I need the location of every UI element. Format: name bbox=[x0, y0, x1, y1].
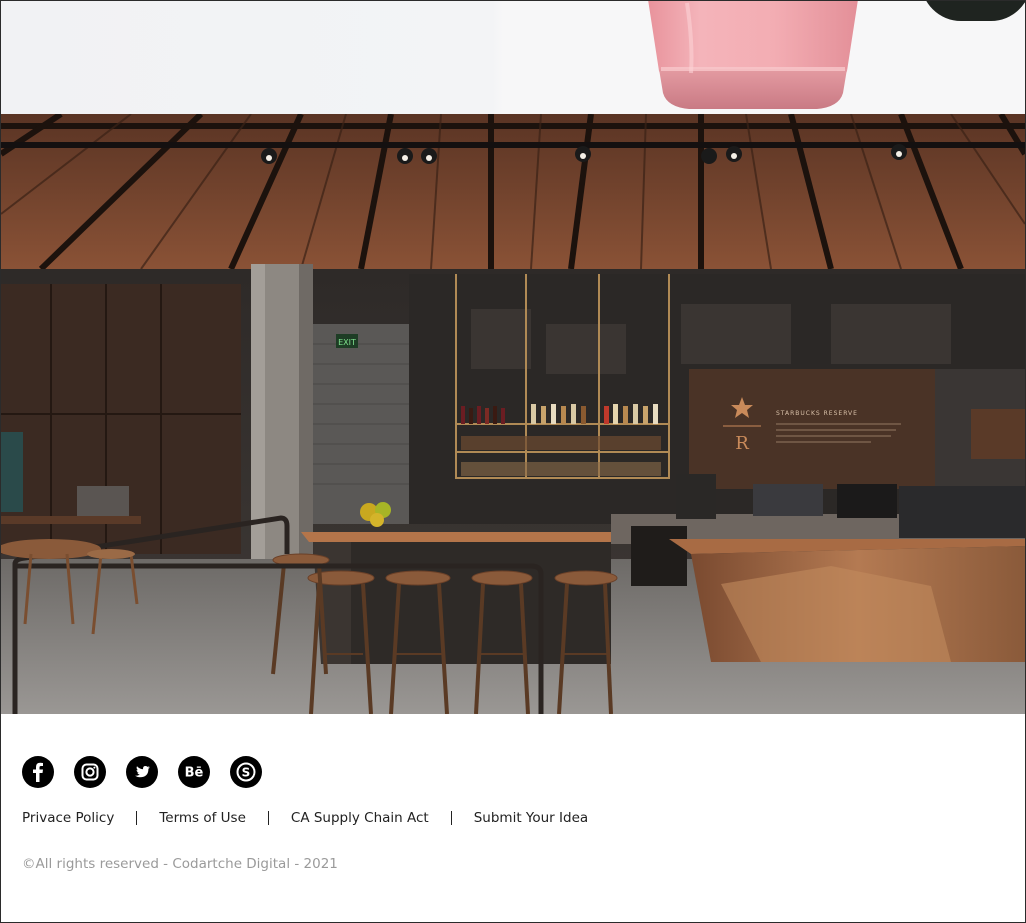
cafe-interior-illustration: EXIT R STARBUCKS RESERVE bbox=[1, 114, 1025, 714]
reserve-letter: R bbox=[735, 433, 749, 454]
pink-drink-image bbox=[648, 1, 858, 109]
submit-idea-link[interactable]: Submit Your Idea bbox=[474, 810, 588, 826]
social-links: Bē S bbox=[22, 756, 262, 788]
supply-chain-act-link[interactable]: CA Supply Chain Act bbox=[291, 810, 429, 826]
instagram-icon[interactable] bbox=[74, 756, 106, 788]
svg-text:Bē: Bē bbox=[185, 766, 204, 781]
skype-icon[interactable]: S bbox=[230, 756, 262, 788]
exit-sign-text: EXIT bbox=[338, 338, 356, 347]
facebook-icon[interactable] bbox=[22, 756, 54, 788]
footer-links: Privace Policy Terms of Use CA Supply Ch… bbox=[22, 810, 588, 826]
svg-text:S: S bbox=[242, 766, 251, 780]
copyright-text: ©All rights reserved - Codartche Digital… bbox=[22, 856, 338, 872]
privacy-policy-link[interactable]: Privace Policy bbox=[22, 810, 114, 826]
dark-cup-edge bbox=[921, 1, 1025, 21]
behance-icon[interactable]: Bē bbox=[178, 756, 210, 788]
page-frame: EXIT R STARBUCKS RESERVE Bē S Privace Po… bbox=[0, 0, 1026, 923]
product-image-strip bbox=[1, 1, 1025, 114]
cafe-interior-photo: EXIT R STARBUCKS RESERVE bbox=[1, 114, 1025, 714]
twitter-icon[interactable] bbox=[126, 756, 158, 788]
link-divider bbox=[267, 811, 269, 825]
link-divider bbox=[450, 811, 452, 825]
reserve-sign-title: STARBUCKS RESERVE bbox=[776, 410, 858, 417]
link-divider bbox=[136, 811, 138, 825]
terms-of-use-link[interactable]: Terms of Use bbox=[159, 810, 246, 826]
site-footer: Bē S Privace Policy Terms of Use CA Supp… bbox=[1, 714, 1025, 922]
